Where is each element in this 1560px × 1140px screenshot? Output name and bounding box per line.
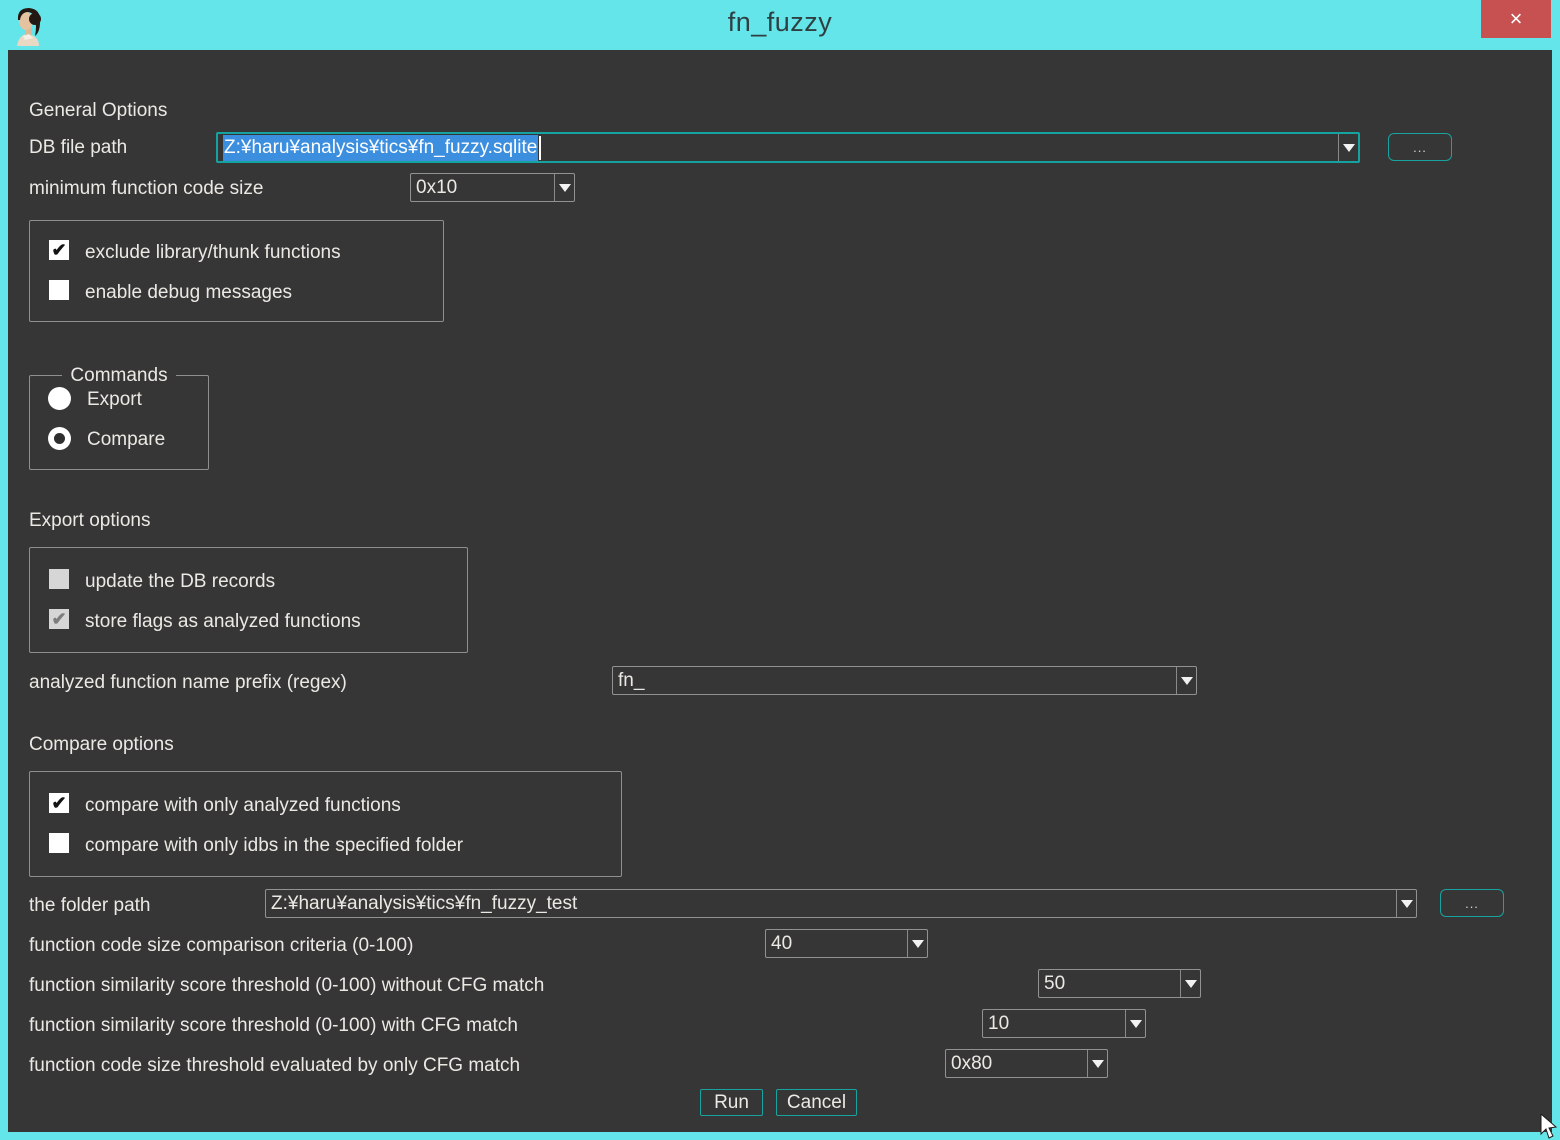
export-radio[interactable] xyxy=(48,387,71,410)
db-file-path-dropdown[interactable] xyxy=(1338,134,1358,161)
commands-group: Commands xyxy=(29,364,209,470)
compare-checkbox-group xyxy=(29,771,622,877)
min-code-size-dropdown[interactable] xyxy=(554,174,574,201)
window-title: fn_fuzzy xyxy=(0,7,1560,38)
db-file-path-browse-button[interactable]: ... xyxy=(1388,133,1452,161)
commands-legend: Commands xyxy=(62,364,175,387)
threshold-with-cfg-value: 10 xyxy=(983,1010,1125,1037)
update-db-records-label: update the DB records xyxy=(85,570,275,593)
folder-path-label: the folder path xyxy=(29,894,150,917)
name-prefix-combobox[interactable]: fn_ xyxy=(612,666,1197,695)
text-caret xyxy=(539,136,541,160)
chevron-down-icon xyxy=(1343,144,1355,152)
compare-radio-label: Compare xyxy=(87,428,165,451)
size-threshold-cfg-dropdown[interactable] xyxy=(1087,1050,1107,1077)
name-prefix-label: analyzed function name prefix (regex) xyxy=(29,671,347,694)
chevron-down-icon xyxy=(1092,1060,1104,1068)
folder-path-browse-button[interactable]: ... xyxy=(1440,889,1504,917)
db-file-path-label: DB file path xyxy=(29,136,127,159)
store-flags-label: store flags as analyzed functions xyxy=(85,610,361,633)
threshold-with-cfg-combobox[interactable]: 10 xyxy=(982,1009,1146,1038)
size-threshold-cfg-value: 0x80 xyxy=(946,1050,1087,1077)
chevron-down-icon xyxy=(1181,677,1193,685)
compare-analyzed-checkbox[interactable] xyxy=(49,793,69,813)
name-prefix-dropdown[interactable] xyxy=(1176,667,1196,694)
close-icon: × xyxy=(1510,6,1523,32)
threshold-without-cfg-value: 50 xyxy=(1039,970,1180,997)
chevron-down-icon xyxy=(1401,900,1413,908)
mouse-cursor xyxy=(1540,1114,1560,1140)
threshold-without-cfg-dropdown[interactable] xyxy=(1180,970,1200,997)
export-options-heading: Export options xyxy=(29,509,150,532)
fn-fuzzy-dialog: fn_fuzzy × General Options DB file path … xyxy=(0,0,1560,1140)
run-button[interactable]: Run xyxy=(700,1089,763,1116)
threshold-without-cfg-combobox[interactable]: 50 xyxy=(1038,969,1201,998)
update-db-records-checkbox xyxy=(49,569,69,589)
compare-idbs-label: compare with only idbs in the specified … xyxy=(85,834,463,857)
chevron-down-icon xyxy=(1185,980,1197,988)
threshold-with-cfg-dropdown[interactable] xyxy=(1125,1010,1145,1037)
db-file-path-combobox[interactable]: Z:¥haru¥analysis¥tics¥fn_fuzzy.sqlite xyxy=(216,132,1360,163)
folder-path-combobox[interactable]: Z:¥haru¥analysis¥tics¥fn_fuzzy_test xyxy=(265,889,1417,918)
size-criteria-value: 40 xyxy=(766,930,907,957)
size-criteria-combobox[interactable]: 40 xyxy=(765,929,928,958)
size-criteria-dropdown[interactable] xyxy=(907,930,927,957)
compare-radio[interactable] xyxy=(48,427,71,450)
name-prefix-value: fn_ xyxy=(613,667,1176,694)
threshold-with-cfg-label: function similarity score threshold (0-1… xyxy=(29,1014,518,1037)
compare-analyzed-label: compare with only analyzed functions xyxy=(85,794,401,817)
chevron-down-icon xyxy=(1130,1020,1142,1028)
db-file-path-value: Z:¥haru¥analysis¥tics¥fn_fuzzy.sqlite xyxy=(223,135,538,161)
size-threshold-cfg-label: function code size threshold evaluated b… xyxy=(29,1054,520,1077)
compare-options-heading: Compare options xyxy=(29,733,174,756)
enable-debug-checkbox[interactable] xyxy=(49,280,69,300)
enable-debug-label: enable debug messages xyxy=(85,281,292,304)
size-threshold-cfg-combobox[interactable]: 0x80 xyxy=(945,1049,1108,1078)
exclude-library-checkbox[interactable] xyxy=(49,240,69,260)
folder-path-dropdown[interactable] xyxy=(1396,890,1416,917)
export-checkbox-group xyxy=(29,547,468,653)
min-code-size-combobox[interactable]: 0x10 xyxy=(410,173,575,202)
close-button[interactable]: × xyxy=(1481,0,1551,38)
general-checkbox-group xyxy=(29,220,444,322)
min-code-size-value: 0x10 xyxy=(411,174,554,201)
store-flags-checkbox xyxy=(49,609,69,629)
folder-path-value: Z:¥haru¥analysis¥tics¥fn_fuzzy_test xyxy=(266,890,1396,917)
chevron-down-icon xyxy=(912,940,924,948)
general-options-heading: General Options xyxy=(29,99,167,122)
min-code-size-label: minimum function code size xyxy=(29,177,263,200)
exclude-library-label: exclude library/thunk functions xyxy=(85,241,341,264)
export-radio-label: Export xyxy=(87,388,142,411)
chevron-down-icon xyxy=(559,184,571,192)
compare-idbs-checkbox[interactable] xyxy=(49,833,69,853)
threshold-without-cfg-label: function similarity score threshold (0-1… xyxy=(29,974,544,997)
size-criteria-label: function code size comparison criteria (… xyxy=(29,934,413,957)
cancel-button[interactable]: Cancel xyxy=(776,1089,857,1116)
